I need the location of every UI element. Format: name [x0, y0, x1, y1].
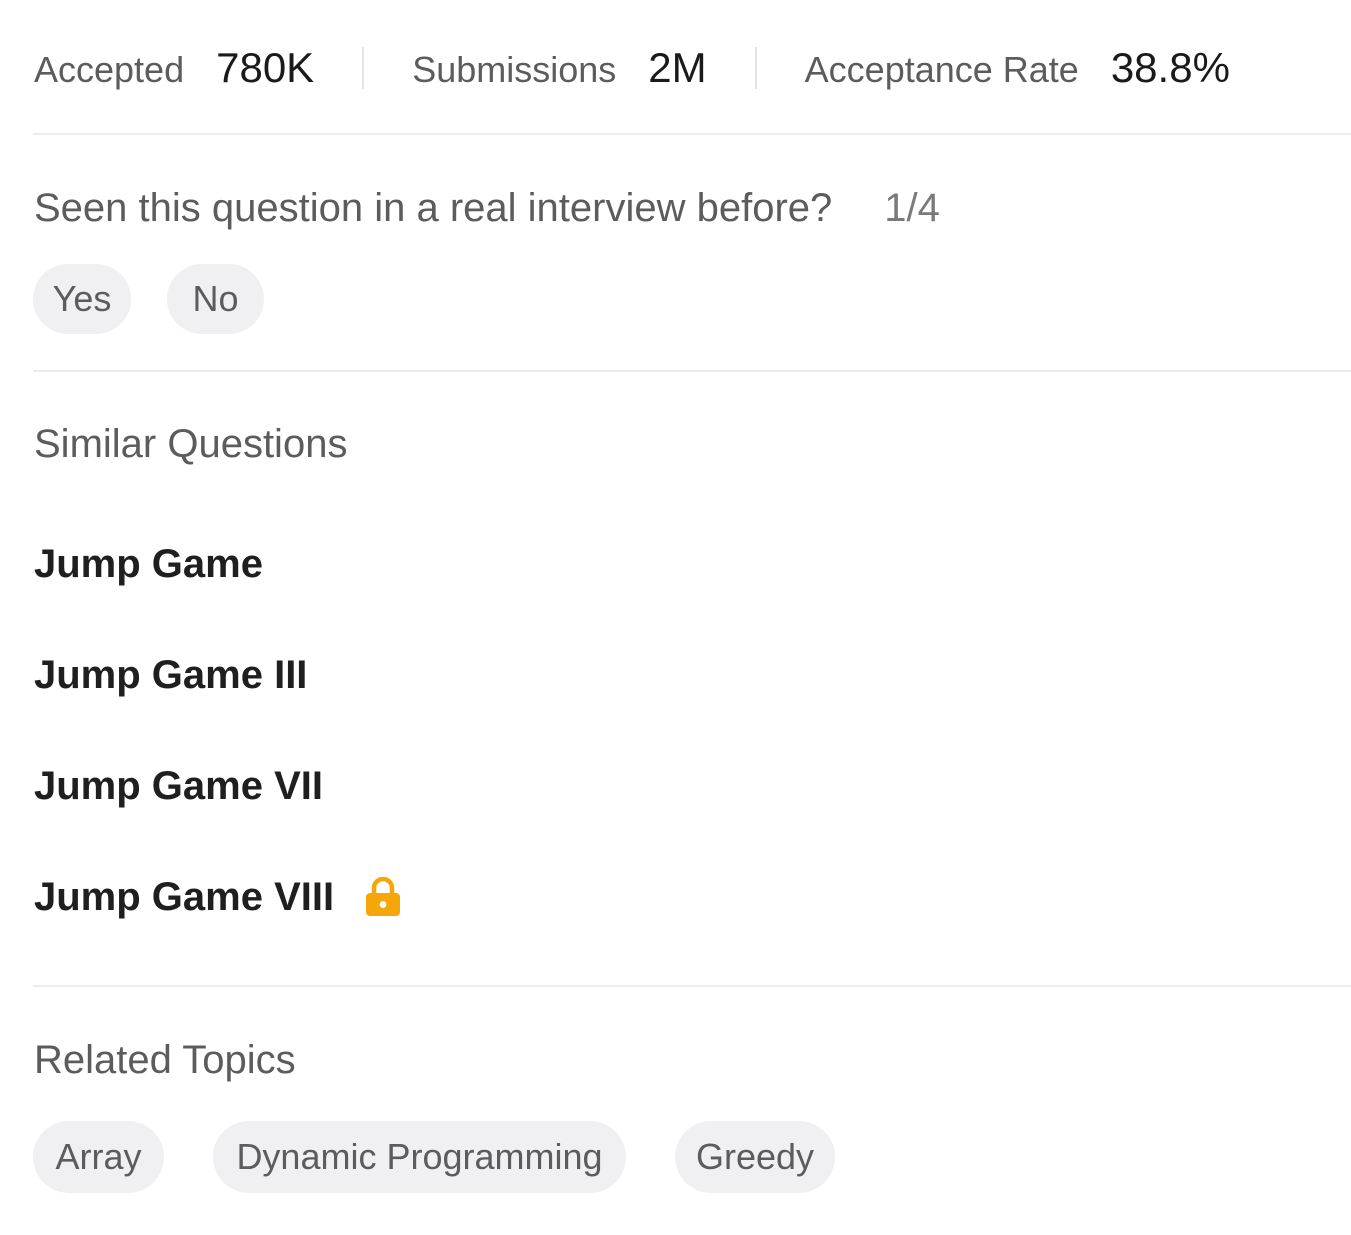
no-button[interactable]: No: [167, 264, 264, 334]
stat-separator: [754, 47, 757, 89]
divider: [33, 133, 1351, 135]
acceptance-rate-value: 38.8%: [1110, 44, 1230, 91]
submissions-label: Submissions: [412, 49, 617, 90]
similar-question-label: Jump Game: [34, 541, 263, 586]
related-topics-title: Related Topics: [34, 1038, 296, 1082]
similar-question-jump-game-iii[interactable]: Jump Game III: [34, 647, 307, 703]
similar-question-jump-game-viii[interactable]: Jump Game VIII: [34, 869, 402, 925]
similar-question-jump-game[interactable]: Jump Game: [34, 536, 263, 592]
yes-button[interactable]: Yes: [33, 264, 131, 334]
stats-row: Accepted 780K Submissions 2M Acceptance …: [34, 38, 1230, 98]
acceptance-rate-stat: Acceptance Rate 38.8%: [805, 44, 1230, 92]
similar-question-jump-game-vii[interactable]: Jump Game VII: [34, 758, 323, 814]
similar-question-label: Jump Game VII: [34, 763, 323, 808]
topic-tag-greedy[interactable]: Greedy: [675, 1121, 835, 1193]
lock-icon: [364, 876, 402, 917]
similar-question-label: Jump Game III: [34, 652, 308, 697]
acceptance-rate-label: Acceptance Rate: [804, 49, 1079, 90]
submissions-stat: Submissions 2M: [412, 44, 706, 92]
divider: [33, 985, 1351, 987]
similar-questions-title: Similar Questions: [34, 422, 348, 466]
divider: [33, 370, 1351, 372]
submissions-value: 2M: [648, 44, 707, 91]
accepted-label: Accepted: [34, 49, 185, 90]
topic-tag-dynamic-programming[interactable]: Dynamic Programming: [213, 1121, 626, 1193]
similar-question-label: Jump Game VIII: [34, 874, 335, 919]
topic-tag-array[interactable]: Array: [33, 1121, 164, 1193]
interview-question-count: 1/4: [884, 185, 940, 230]
accepted-value: 780K: [216, 44, 315, 91]
interview-question-text: Seen this question in a real interview b…: [34, 185, 833, 230]
accepted-stat: Accepted 780K: [34, 44, 314, 92]
interview-question-row: Seen this question in a real interview b…: [34, 178, 940, 238]
stat-separator: [362, 47, 365, 89]
